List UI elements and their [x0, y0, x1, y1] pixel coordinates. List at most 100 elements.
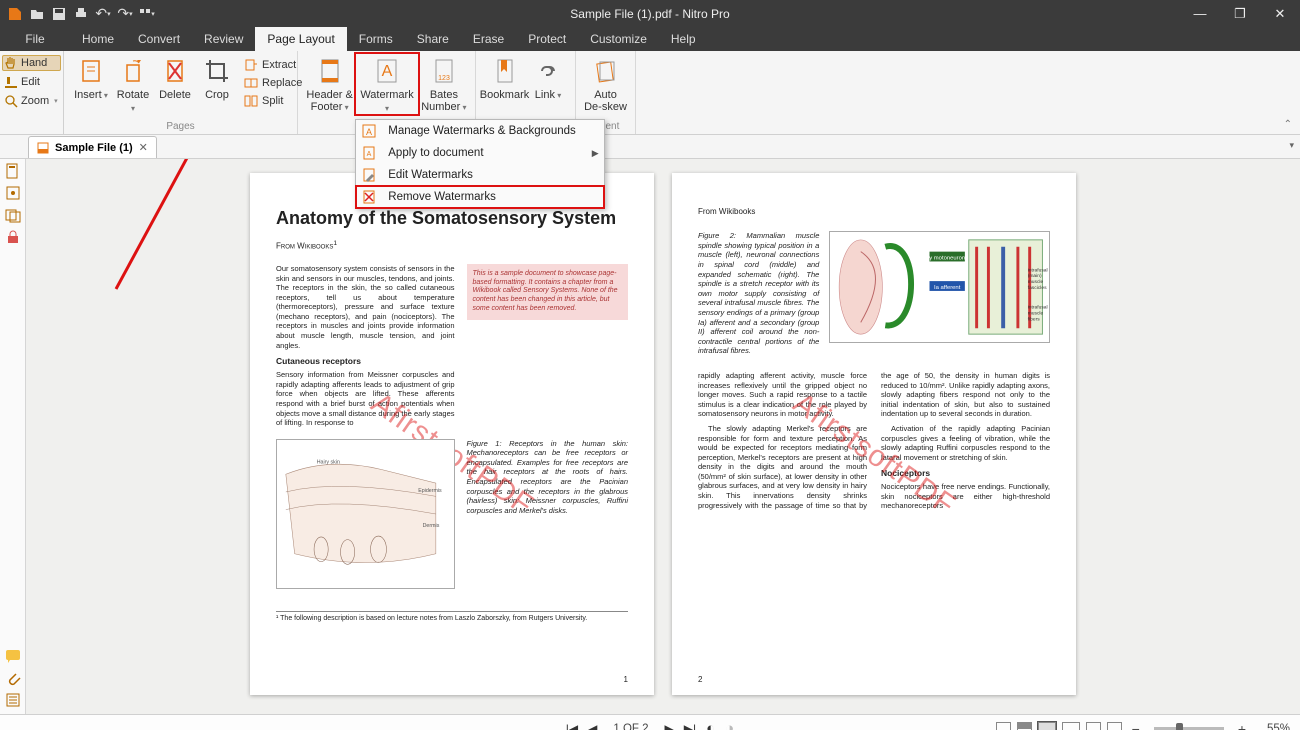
tool-zoom[interactable]: Zoom▾ — [2, 93, 61, 109]
attachments-panel-icon[interactable] — [5, 670, 21, 686]
layers-panel-icon[interactable] — [5, 207, 21, 223]
security-panel-icon[interactable] — [5, 229, 21, 245]
tab-forms[interactable]: Forms — [347, 27, 405, 51]
tool-edit[interactable]: Edit — [2, 74, 61, 90]
document-viewer[interactable]: AfirstsoftPDF Anatomy of the Somatosenso… — [26, 159, 1300, 714]
file-menu[interactable]: File — [0, 27, 70, 51]
svg-text:Ia afferent: Ia afferent — [934, 285, 961, 291]
link-icon — [532, 55, 564, 87]
tab-convert[interactable]: Convert — [126, 27, 192, 51]
view-facing-icon[interactable] — [1038, 722, 1056, 730]
delete-icon — [159, 55, 191, 87]
page-number-2: 2 — [698, 675, 702, 685]
tab-review[interactable]: Review — [192, 27, 255, 51]
edit-wm-icon — [356, 168, 382, 182]
manage-icon: A — [356, 124, 382, 138]
close-tab-icon[interactable]: ✕ — [139, 141, 148, 154]
undo-icon[interactable]: ↶▾ — [93, 4, 113, 24]
ribbon-group-pages: Insert Rotate Delete Crop Extract Replac… — [64, 51, 298, 134]
view-single-icon[interactable] — [996, 722, 1011, 730]
group-label-pages: Pages — [70, 121, 291, 134]
svg-text:123: 123 — [438, 75, 450, 82]
deskew-button[interactable]: Auto De-skew — [582, 53, 629, 113]
rotate-button[interactable]: Rotate — [112, 53, 154, 115]
minimize-button[interactable]: — — [1180, 0, 1220, 27]
next-page-button[interactable]: ▶ — [665, 722, 674, 730]
footnote: ¹ The following description is based on … — [276, 611, 628, 624]
header-footer-button[interactable]: Header & Footer — [304, 53, 355, 114]
split-button[interactable]: Split — [242, 93, 304, 109]
figure-1: Hairy skin Epidermis Dermis — [276, 439, 455, 589]
first-page-button[interactable]: |◀ — [566, 722, 578, 730]
subheading-nociceptors: Nociceptors — [881, 468, 1050, 479]
dd-edit-watermarks[interactable]: Edit Watermarks — [356, 164, 604, 186]
nav-forward-button[interactable]: ◑ — [725, 720, 734, 730]
tab-share[interactable]: Share — [405, 27, 461, 51]
redo-icon[interactable]: ↷▾ — [115, 4, 135, 24]
page-number-1: 1 — [624, 675, 628, 685]
tab-home[interactable]: Home — [70, 27, 126, 51]
link-button[interactable]: Link — [527, 53, 569, 102]
view-continuous-icon[interactable] — [1017, 722, 1032, 730]
extract-button[interactable]: Extract — [242, 57, 304, 73]
view-facing-cont-icon[interactable] — [1062, 722, 1080, 730]
insert-button[interactable]: Insert — [70, 53, 112, 102]
replace-button[interactable]: Replace — [242, 75, 304, 91]
qat-custom-icon[interactable]: ▾ — [137, 4, 157, 24]
para-intro: Our somatosensory system consists of sen… — [276, 264, 455, 350]
dd-manage-watermarks[interactable]: A Manage Watermarks & Backgrounds — [356, 120, 604, 142]
print-icon[interactable] — [71, 4, 91, 24]
view-fullscreen-icon[interactable] — [1107, 722, 1122, 730]
bookmark-button[interactable]: Bookmark — [482, 53, 527, 101]
crop-icon — [201, 55, 233, 87]
ribbon-group-header-watermark: Header & Footer A Watermark A Manage Wat… — [298, 51, 476, 134]
submenu-arrow-icon: ▶ — [586, 148, 604, 159]
comments-panel-icon[interactable] — [5, 648, 21, 664]
menu-bar: File Home Convert Review Page Layout For… — [0, 27, 1300, 51]
figure-2-caption: Figure 2: Mammalian muscle spindle showi… — [698, 231, 819, 356]
last-page-button[interactable]: ▶| — [684, 722, 696, 730]
dd-apply-to-document[interactable]: A Apply to document ▶ — [356, 142, 604, 164]
watermark-dropdown: A Manage Watermarks & Backgrounds A Appl… — [355, 119, 605, 209]
nav-back-button[interactable]: ◐ — [706, 720, 715, 730]
save-icon[interactable] — [49, 4, 69, 24]
app-icon — [5, 4, 25, 24]
crop-button[interactable]: Crop — [196, 53, 238, 101]
watermark-button[interactable]: A Watermark A Manage Watermarks & Backgr… — [355, 53, 419, 115]
maximize-button[interactable]: ❐ — [1220, 0, 1260, 27]
zoom-in-button[interactable]: + — [1234, 721, 1250, 730]
replace-icon — [244, 76, 258, 90]
tab-erase[interactable]: Erase — [461, 27, 516, 51]
prev-page-button[interactable]: ◀ — [588, 722, 597, 730]
open-icon[interactable] — [27, 4, 47, 24]
bates-icon: 123 — [428, 55, 460, 87]
svg-text:A: A — [366, 127, 372, 137]
page-1: AfirstsoftPDF Anatomy of the Somatosenso… — [250, 173, 654, 695]
title-bar: ↶▾ ↷▾ ▾ Sample File (1).pdf - Nitro Pro … — [0, 0, 1300, 27]
tool-hand[interactable]: Hand — [2, 55, 61, 71]
svg-text:intrafusal: intrafusal — [1028, 305, 1048, 311]
tab-protect[interactable]: Protect — [516, 27, 578, 51]
bates-number-button[interactable]: 123 Bates Number — [419, 53, 469, 114]
zoom-level: 55% — [1256, 723, 1290, 730]
tab-help[interactable]: Help — [659, 27, 708, 51]
insert-icon — [75, 55, 107, 87]
svg-text:fascicles: fascicles — [1028, 285, 1047, 291]
document-tab[interactable]: Sample File (1) ✕ — [28, 136, 157, 158]
pages-panel-icon[interactable] — [5, 163, 21, 179]
svg-text:A: A — [367, 151, 372, 158]
output-panel-icon[interactable] — [5, 692, 21, 708]
status-right: − + 55% — [996, 721, 1290, 730]
bookmarks-panel-icon[interactable] — [5, 185, 21, 201]
view-fullwidth-icon[interactable] — [1086, 722, 1101, 730]
delete-button[interactable]: Delete — [154, 53, 196, 101]
tab-page-layout[interactable]: Page Layout — [255, 27, 346, 51]
dd-remove-watermarks[interactable]: Remove Watermarks — [356, 186, 604, 208]
close-button[interactable]: ✕ — [1260, 0, 1300, 27]
collapse-ribbon-icon[interactable]: ⌃ — [1284, 119, 1292, 130]
zoom-out-button[interactable]: − — [1128, 721, 1144, 730]
tab-customize[interactable]: Customize — [578, 27, 659, 51]
svg-text:Dermis: Dermis — [423, 523, 440, 529]
tab-overflow-icon[interactable]: ▾ — [1289, 140, 1294, 151]
bookmark-icon — [489, 55, 521, 87]
